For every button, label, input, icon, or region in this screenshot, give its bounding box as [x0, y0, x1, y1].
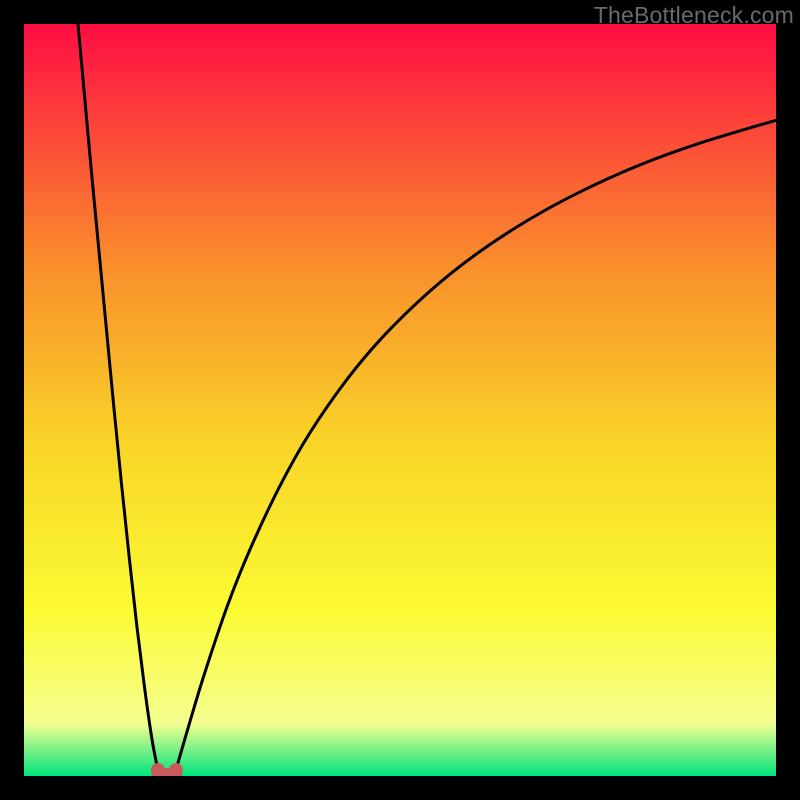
attribution-text: TheBottleneck.com — [594, 2, 794, 29]
chart-frame — [24, 24, 776, 776]
bottleneck-chart — [24, 24, 776, 776]
gradient-background — [24, 24, 776, 776]
optimum-marker — [158, 770, 176, 775]
